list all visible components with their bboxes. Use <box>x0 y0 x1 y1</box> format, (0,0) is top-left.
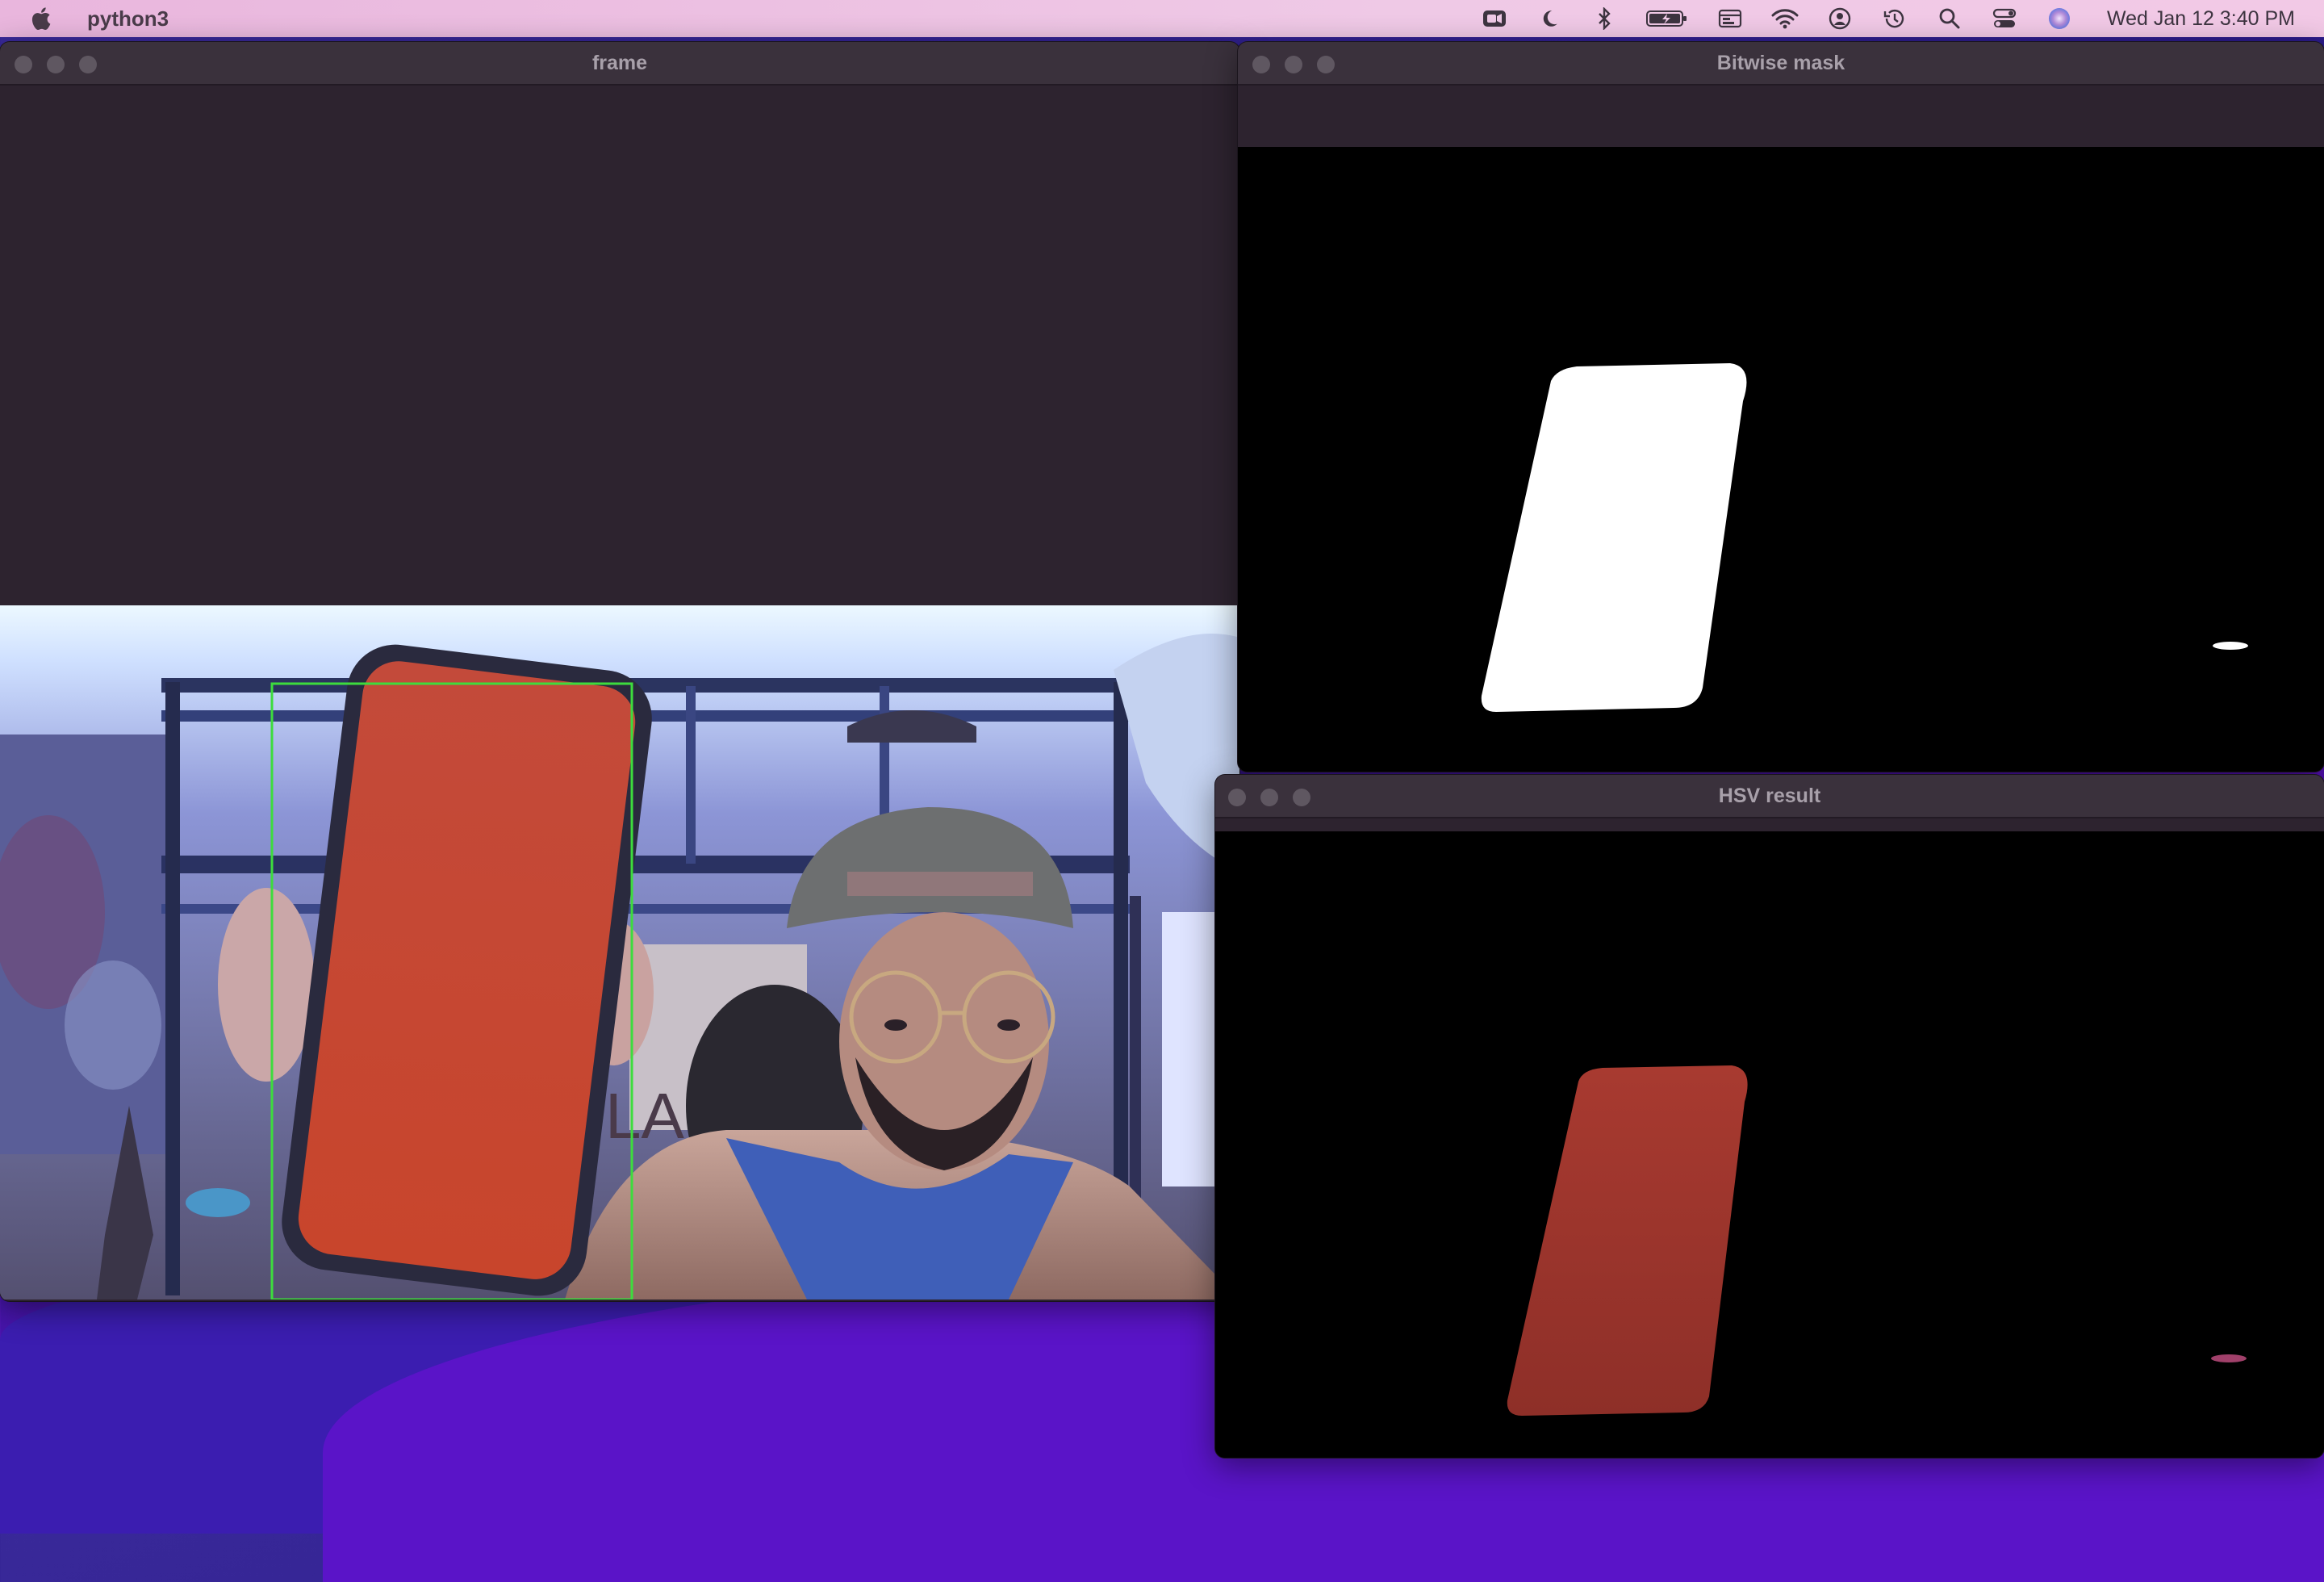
frame-titlebar[interactable]: frame <box>0 42 1239 86</box>
window-controls <box>1228 789 1310 806</box>
minimize-button[interactable] <box>1285 56 1302 73</box>
window-toolbar-area <box>1238 86 2324 149</box>
hsv-result-window: HSV result <box>1215 775 2324 1458</box>
camera-scene: LAC <box>0 605 1239 1300</box>
window-controls <box>15 56 97 73</box>
search-icon[interactable] <box>1936 6 1963 31</box>
frame-window-title: frame <box>591 51 648 74</box>
minimize-button[interactable] <box>47 56 65 73</box>
camera-frame-image: LAC <box>0 605 1239 1300</box>
apple-icon[interactable] <box>27 4 56 33</box>
close-button[interactable] <box>15 56 32 73</box>
bluetooth-icon[interactable] <box>1590 6 1618 31</box>
close-button[interactable] <box>1228 789 1246 806</box>
hsv-image <box>1215 831 2324 1458</box>
bitwise-mask-window: Bitwise mask <box>1238 42 2324 772</box>
time-machine-icon[interactable] <box>1881 6 1908 31</box>
zoom-button[interactable] <box>1317 56 1335 73</box>
mask-image <box>1238 147 2324 772</box>
mask-scene <box>1238 147 2324 772</box>
hsv-scene <box>1215 831 2324 1458</box>
hsv-speck <box>2211 1354 2247 1362</box>
window-controls <box>1252 56 1335 73</box>
hsv-result-titlebar[interactable]: HSV result <box>1215 775 2324 818</box>
zoom-button[interactable] <box>79 56 97 73</box>
siri-icon[interactable] <box>2046 6 2073 31</box>
wifi-icon[interactable] <box>1771 6 1799 31</box>
user-icon[interactable] <box>1826 6 1854 31</box>
bitwise-mask-window-title: Bitwise mask <box>1716 51 1845 74</box>
close-button[interactable] <box>1252 56 1270 73</box>
moon-icon[interactable] <box>1536 6 1563 31</box>
frame-window: frame LAC <box>0 42 1239 1301</box>
mask-speck <box>2213 642 2248 650</box>
minimize-button[interactable] <box>1260 789 1278 806</box>
menu-clock[interactable]: Wed Jan 12 3:40 PM <box>2107 7 2295 31</box>
display-icon[interactable] <box>1716 6 1744 31</box>
control-center-icon[interactable] <box>1991 6 2018 31</box>
battery-icon[interactable] <box>1645 6 1689 31</box>
zoom-button[interactable] <box>1293 789 1310 806</box>
facetime-icon[interactable] <box>1481 6 1508 31</box>
menu-bar: python3 Wed Jan 12 3:40 PM <box>0 0 2324 37</box>
status-area: Wed Jan 12 3:40 PM <box>1481 0 2295 37</box>
hsv-result-window-title: HSV result <box>1718 784 1821 807</box>
bitwise-mask-titlebar[interactable]: Bitwise mask <box>1238 42 2324 86</box>
app-menu-name[interactable]: python3 <box>87 6 169 31</box>
